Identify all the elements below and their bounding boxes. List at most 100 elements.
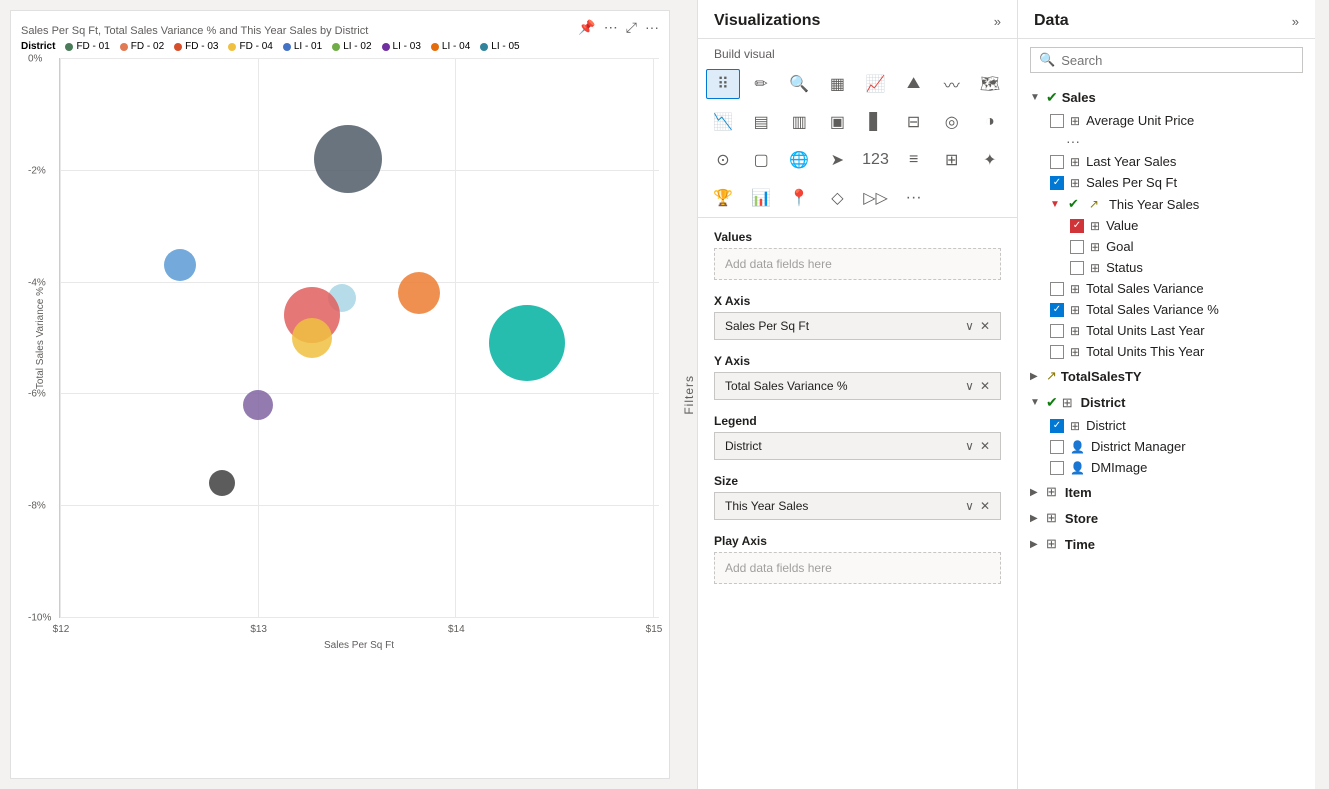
data-expand-icon[interactable]: » xyxy=(1292,14,1299,29)
stacked-bar-btn[interactable]: ▦ xyxy=(820,69,854,99)
tree-item-total-sales-variance-pct[interactable]: ✓ ⊞ Total Sales Variance % xyxy=(1018,299,1315,320)
viz-panel-header: Visualizations » xyxy=(698,0,1017,39)
time-header[interactable]: ▶ ⊞ Time xyxy=(1018,532,1315,556)
location-btn[interactable]: 📍 xyxy=(782,183,816,213)
values-dropzone[interactable]: Add data fields here xyxy=(714,248,1001,280)
num-btn[interactable]: 123 xyxy=(859,145,893,175)
size-remove-icon[interactable]: ✕ xyxy=(980,499,990,513)
size-value: This Year Sales xyxy=(725,499,808,513)
more-options-icon[interactable]: ⋯ xyxy=(604,19,618,36)
value-checkbox[interactable]: ✓ xyxy=(1070,219,1084,233)
y-tick: -6% xyxy=(28,389,46,400)
bar-chart-btn[interactable]: ✏ xyxy=(744,69,778,99)
kpi-btn[interactable]: 🌐 xyxy=(782,145,816,175)
tree-item-this-year-sales[interactable]: ▼ ✔ ↗ This Year Sales xyxy=(1018,193,1315,215)
tree-item-last-year-sales[interactable]: ⊞ Last Year Sales xyxy=(1018,151,1315,172)
tree-item-goal[interactable]: ⊞ Goal xyxy=(1018,236,1315,257)
tree-item-dmimage[interactable]: 👤 DMImage xyxy=(1018,457,1315,478)
this-year-sales-chevron[interactable]: ▼ xyxy=(1050,199,1062,210)
legend-expand-icon[interactable]: ∨ xyxy=(965,439,974,453)
total-sales-variance-pct-checkbox[interactable]: ✓ xyxy=(1050,303,1064,317)
legend-item: LI - 02 xyxy=(332,41,371,52)
bubble xyxy=(243,390,273,420)
area2-btn[interactable]: 📉 xyxy=(706,107,740,137)
forward-btn[interactable]: ▷▷ xyxy=(859,183,893,213)
chart2-btn[interactable]: 📊 xyxy=(744,183,778,213)
calc-icon: ⊞ xyxy=(1070,114,1080,128)
store-header[interactable]: ▶ ⊞ Store xyxy=(1018,506,1315,530)
search-input[interactable] xyxy=(1061,53,1294,68)
legend-item-label: FD - 04 xyxy=(239,41,272,52)
dots-row: ··· xyxy=(1018,131,1315,151)
card-btn[interactable]: ▢ xyxy=(744,145,778,175)
viz-icon-grid-row4: 🏆 📊 📍 ◇ ▷▷ ··· xyxy=(706,179,1009,217)
goal-checkbox[interactable] xyxy=(1070,240,1084,254)
matrix-btn[interactable]: ⊞ xyxy=(935,145,969,175)
expand-icon[interactable]: ⤢ xyxy=(626,19,637,36)
this-year-sales-group-icon: ✔ xyxy=(1068,196,1079,212)
text-btn[interactable]: ✦ xyxy=(973,145,1007,175)
district-manager-checkbox[interactable] xyxy=(1050,440,1064,454)
avg-unit-price-checkbox[interactable] xyxy=(1050,114,1064,128)
scatter-chart-btn[interactable]: ⠿ xyxy=(706,69,740,99)
legend-remove-icon[interactable]: ✕ xyxy=(980,439,990,453)
bar3-btn[interactable]: ▋ xyxy=(859,107,893,137)
xaxis-remove-icon[interactable]: ✕ xyxy=(980,319,990,333)
viz-expand-icon[interactable]: » xyxy=(994,14,1001,29)
dmimage-checkbox[interactable] xyxy=(1050,461,1064,475)
tree-item-district-manager[interactable]: 👤 District Manager xyxy=(1018,436,1315,457)
more-btn[interactable]: ··· xyxy=(897,183,931,213)
heat-btn[interactable]: ▣ xyxy=(820,107,854,137)
tree-item-avg-unit-price[interactable]: ⊞ Average Unit Price xyxy=(1018,110,1315,131)
gridline: -4% xyxy=(60,282,659,283)
map-btn[interactable]: 🗺 xyxy=(973,69,1007,99)
size-expand-icon[interactable]: ∨ xyxy=(965,499,974,513)
stacked2-btn[interactable]: ▤ xyxy=(744,107,778,137)
area-chart-btn[interactable]: ⛰ xyxy=(897,69,931,99)
table-icon: ⊞ xyxy=(1062,395,1073,411)
gridline: $13 xyxy=(258,58,259,617)
total-units-this-year-checkbox[interactable] xyxy=(1050,345,1064,359)
district-checkbox[interactable]: ✓ xyxy=(1050,419,1064,433)
total-sales-variance-checkbox[interactable] xyxy=(1050,282,1064,296)
tree-item-sales-per-sq-ft[interactable]: ✓ ⊞ Sales Per Sq Ft xyxy=(1018,172,1315,193)
tree-item-district[interactable]: ✓ ⊞ District xyxy=(1018,415,1315,436)
tree-item-total-units-this-year[interactable]: ⊞ Total Units This Year xyxy=(1018,341,1315,362)
tree-item-total-sales-variance[interactable]: ⊞ Total Sales Variance xyxy=(1018,278,1315,299)
analytics-btn[interactable]: 🔍 xyxy=(782,69,816,99)
award-btn[interactable]: 🏆 xyxy=(706,183,740,213)
yaxis-expand-icon[interactable]: ∨ xyxy=(965,379,974,393)
district-header[interactable]: ▼ ✔ ⊞ District xyxy=(1018,390,1315,415)
ellipsis-icon[interactable]: ··· xyxy=(645,19,659,36)
xaxis-field: Sales Per Sq Ft ∨ ✕ xyxy=(714,312,1001,340)
funnel-btn[interactable]: ⊟ xyxy=(897,107,931,137)
pin-icon[interactable]: 📌 xyxy=(578,19,595,36)
total-units-last-year-checkbox[interactable] xyxy=(1050,324,1064,338)
tree-item-value[interactable]: ✓ ⊞ Value xyxy=(1018,215,1315,236)
sales-per-sq-ft-checkbox[interactable]: ✓ xyxy=(1050,176,1064,190)
viz-fields: Values Add data fields here X Axis Sales… xyxy=(698,218,1017,789)
tree-group-sales-header[interactable]: ▼ ✔ Sales xyxy=(1018,85,1315,110)
tree-item-total-units-last-year[interactable]: ⊞ Total Units Last Year xyxy=(1018,320,1315,341)
status-checkbox[interactable] xyxy=(1070,261,1084,275)
line-chart-btn[interactable]: 📈 xyxy=(859,69,893,99)
last-year-sales-checkbox[interactable] xyxy=(1050,155,1064,169)
gauge-btn[interactable]: ⊙ xyxy=(706,145,740,175)
playaxis-dropzone[interactable]: Add data fields here xyxy=(714,552,1001,584)
line2-btn[interactable]: 〰 xyxy=(935,69,969,99)
filters-panel[interactable]: Filters xyxy=(680,0,698,789)
pie-btn[interactable]: ◑ xyxy=(973,107,1007,137)
xaxis-expand-icon[interactable]: ∨ xyxy=(965,319,974,333)
paint-btn[interactable]: ◇ xyxy=(820,183,854,213)
table-btn[interactable]: ≡ xyxy=(897,145,931,175)
time-group-label: Time xyxy=(1065,537,1095,552)
legend-section: Legend District ∨ ✕ xyxy=(698,410,1017,470)
waterfall-btn[interactable]: ▥ xyxy=(782,107,816,137)
donut-btn[interactable]: ◎ xyxy=(935,107,969,137)
arrow-btn[interactable]: ➤ xyxy=(820,145,854,175)
tree-item-status[interactable]: ⊞ Status xyxy=(1018,257,1315,278)
item-header[interactable]: ▶ ⊞ Item xyxy=(1018,480,1315,504)
yaxis-remove-icon[interactable]: ✕ xyxy=(980,379,990,393)
bubble xyxy=(398,272,440,314)
total-sales-ty-header[interactable]: ▶ ↗ TotalSalesTY xyxy=(1018,364,1315,388)
